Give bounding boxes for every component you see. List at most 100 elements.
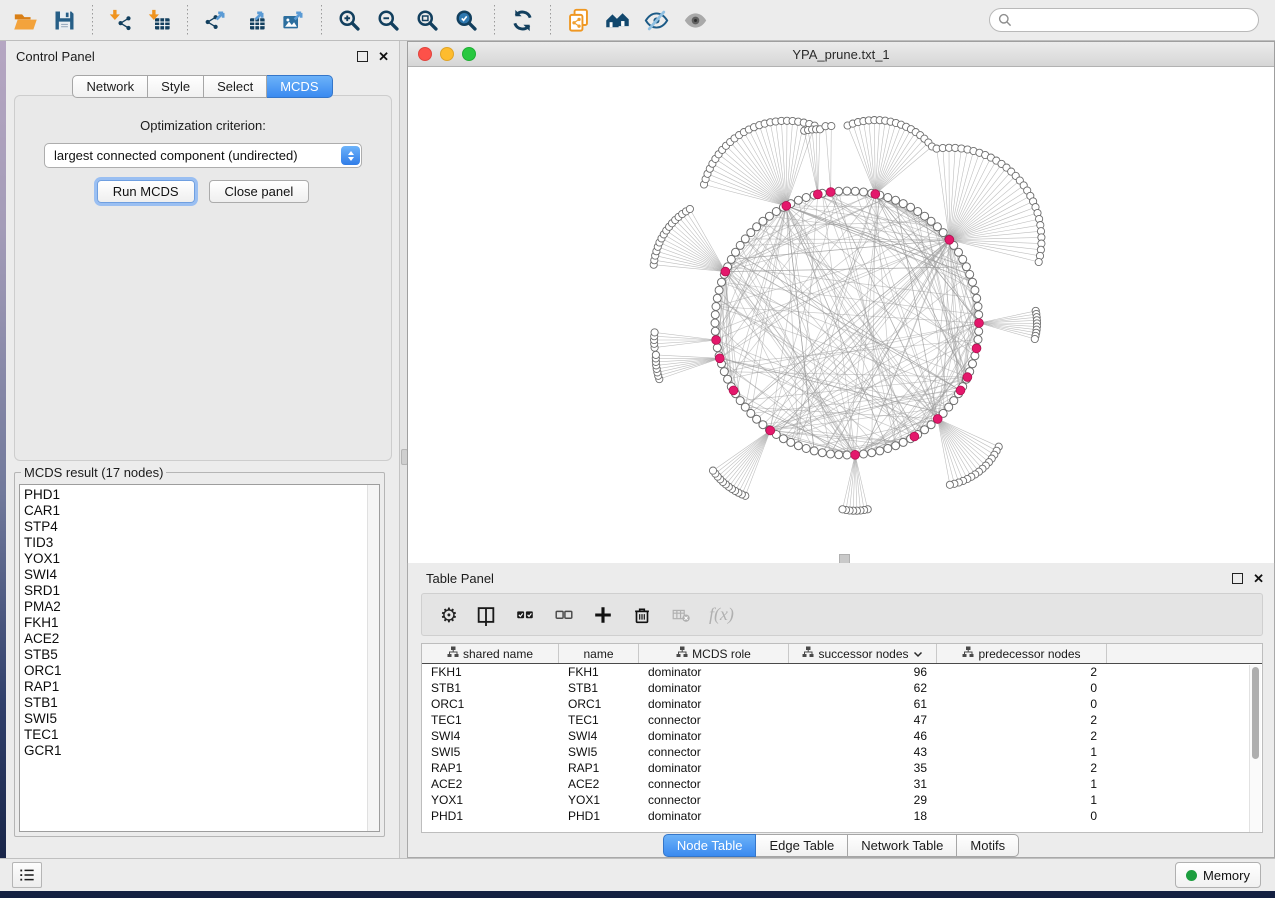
refresh-view-button[interactable] bbox=[505, 5, 540, 36]
cell-successor-nodes[interactable]: 62 bbox=[789, 681, 937, 695]
mcds-hub-node[interactable] bbox=[851, 450, 860, 459]
delete-column-button[interactable] bbox=[629, 602, 655, 628]
cell-successor-nodes[interactable]: 46 bbox=[789, 729, 937, 743]
table-scrollbar[interactable] bbox=[1249, 665, 1261, 832]
mcds-result-list[interactable]: PHD1CAR1STP4TID3YOX1SWI4SRD1PMA2FKH1ACE2… bbox=[19, 484, 380, 832]
mcds-node-item[interactable]: SRD1 bbox=[24, 583, 379, 599]
column-header-shared-name[interactable]: shared name bbox=[422, 644, 559, 663]
cell-MCDS-role[interactable]: dominator bbox=[639, 761, 789, 775]
cell-successor-nodes[interactable]: 31 bbox=[789, 777, 937, 791]
add-column-button[interactable] bbox=[590, 602, 616, 628]
mcds-node-item[interactable]: PMA2 bbox=[24, 599, 379, 615]
float-panel-icon[interactable] bbox=[357, 51, 368, 62]
close-panel-button[interactable]: Close panel bbox=[209, 180, 310, 203]
float-table-panel-icon[interactable] bbox=[1232, 573, 1243, 584]
panel-splitter[interactable] bbox=[400, 41, 407, 858]
table-row[interactable]: PHD1PHD1dominator180 bbox=[422, 808, 1262, 824]
cell-MCDS-role[interactable]: dominator bbox=[639, 681, 789, 695]
cell-predecessor-nodes[interactable]: 1 bbox=[937, 777, 1107, 791]
column-header-name[interactable]: name bbox=[559, 644, 639, 663]
close-table-panel-icon[interactable]: ✕ bbox=[1253, 572, 1264, 585]
mcds-node-item[interactable]: FKH1 bbox=[24, 615, 379, 631]
network-titlebar[interactable]: YPA_prune.txt_1 bbox=[408, 42, 1274, 67]
cell-predecessor-nodes[interactable]: 0 bbox=[937, 681, 1107, 695]
cell-name[interactable]: YOX1 bbox=[559, 793, 639, 807]
cell-name[interactable]: PHD1 bbox=[559, 809, 639, 823]
hide-selected-button[interactable] bbox=[639, 5, 674, 36]
network-canvas[interactable] bbox=[408, 67, 1274, 563]
tab-network-table[interactable]: Network Table bbox=[848, 834, 957, 857]
cell-shared-name[interactable]: STB1 bbox=[422, 681, 559, 695]
export-image-button[interactable] bbox=[276, 5, 311, 36]
cell-MCDS-role[interactable]: connector bbox=[639, 793, 789, 807]
export-network-button[interactable] bbox=[198, 5, 233, 36]
cell-shared-name[interactable]: TEC1 bbox=[422, 713, 559, 727]
column-header-successor-nodes[interactable]: successor nodes bbox=[789, 644, 937, 663]
cell-MCDS-role[interactable]: dominator bbox=[639, 729, 789, 743]
export-table-button[interactable] bbox=[237, 5, 272, 36]
tab-network[interactable]: Network bbox=[72, 75, 148, 98]
cell-predecessor-nodes[interactable]: 0 bbox=[937, 809, 1107, 823]
close-panel-icon[interactable]: ✕ bbox=[378, 50, 389, 63]
mcds-hub-node[interactable] bbox=[956, 386, 965, 395]
mcds-list-scrollbar[interactable] bbox=[367, 485, 379, 831]
cell-successor-nodes[interactable]: 29 bbox=[789, 793, 937, 807]
cell-shared-name[interactable]: ACE2 bbox=[422, 777, 559, 791]
cell-predecessor-nodes[interactable]: 0 bbox=[937, 697, 1107, 711]
mcds-hub-node[interactable] bbox=[910, 432, 919, 441]
table-row[interactable]: RAP1RAP1dominator352 bbox=[422, 760, 1262, 776]
cell-predecessor-nodes[interactable]: 1 bbox=[937, 745, 1107, 759]
mcds-hub-node[interactable] bbox=[766, 426, 775, 435]
cell-successor-nodes[interactable]: 96 bbox=[789, 665, 937, 679]
search-input[interactable] bbox=[989, 8, 1259, 32]
cell-shared-name[interactable]: PHD1 bbox=[422, 809, 559, 823]
mcds-node-item[interactable]: TID3 bbox=[24, 535, 379, 551]
table-row[interactable]: ORC1ORC1dominator610 bbox=[422, 696, 1262, 712]
open-file-button[interactable] bbox=[8, 5, 43, 36]
run-mcds-button[interactable]: Run MCDS bbox=[97, 180, 195, 203]
mcds-hub-node[interactable] bbox=[721, 267, 730, 276]
cell-MCDS-role[interactable]: dominator bbox=[639, 697, 789, 711]
cell-shared-name[interactable]: YOX1 bbox=[422, 793, 559, 807]
mcds-hub-node[interactable] bbox=[712, 336, 721, 345]
cell-predecessor-nodes[interactable]: 2 bbox=[937, 729, 1107, 743]
mcds-hub-node[interactable] bbox=[963, 373, 972, 382]
mcds-hub-node[interactable] bbox=[782, 201, 791, 210]
tab-mcds[interactable]: MCDS bbox=[267, 75, 332, 98]
mcds-hub-node[interactable] bbox=[972, 344, 981, 353]
cell-name[interactable]: ACE2 bbox=[559, 777, 639, 791]
zoom-out-button[interactable] bbox=[371, 5, 406, 36]
column-header-MCDS-role[interactable]: MCDS role bbox=[639, 644, 789, 663]
cell-name[interactable]: STB1 bbox=[559, 681, 639, 695]
zoom-selected-button[interactable] bbox=[449, 5, 484, 36]
cell-successor-nodes[interactable]: 61 bbox=[789, 697, 937, 711]
mcds-node-item[interactable]: ORC1 bbox=[24, 663, 379, 679]
table-row[interactable]: FKH1FKH1dominator962 bbox=[422, 664, 1262, 680]
network-graph[interactable] bbox=[408, 67, 1274, 563]
tab-motifs[interactable]: Motifs bbox=[957, 834, 1019, 857]
table-row[interactable]: ACE2ACE2connector311 bbox=[422, 776, 1262, 792]
mcds-node-item[interactable]: STP4 bbox=[24, 519, 379, 535]
table-row[interactable]: YOX1YOX1connector291 bbox=[422, 792, 1262, 808]
mcds-node-item[interactable]: SWI5 bbox=[24, 711, 379, 727]
cell-predecessor-nodes[interactable]: 2 bbox=[937, 665, 1107, 679]
settings-gear-button[interactable]: ⚙ bbox=[438, 603, 460, 627]
cell-MCDS-role[interactable]: connector bbox=[639, 745, 789, 759]
cell-name[interactable]: TEC1 bbox=[559, 713, 639, 727]
first-neighbors-button[interactable] bbox=[600, 5, 635, 36]
cell-name[interactable]: SWI5 bbox=[559, 745, 639, 759]
mcds-hub-node[interactable] bbox=[933, 415, 942, 424]
deselect-all-button[interactable] bbox=[551, 602, 577, 628]
mcds-node-item[interactable]: TEC1 bbox=[24, 727, 379, 743]
column-header-predecessor-nodes[interactable]: predecessor nodes bbox=[937, 644, 1107, 663]
table-scrollbar-thumb[interactable] bbox=[1252, 667, 1259, 759]
tab-select[interactable]: Select bbox=[204, 75, 267, 98]
mcds-node-item[interactable]: YOX1 bbox=[24, 551, 379, 567]
mcds-hub-node[interactable] bbox=[826, 188, 835, 197]
import-table-button[interactable] bbox=[142, 5, 177, 36]
table-row[interactable]: STB1STB1dominator620 bbox=[422, 680, 1262, 696]
cell-predecessor-nodes[interactable]: 1 bbox=[937, 793, 1107, 807]
save-session-button[interactable] bbox=[47, 5, 82, 36]
task-history-button[interactable] bbox=[12, 862, 42, 888]
zoom-fit-button[interactable] bbox=[410, 5, 445, 36]
